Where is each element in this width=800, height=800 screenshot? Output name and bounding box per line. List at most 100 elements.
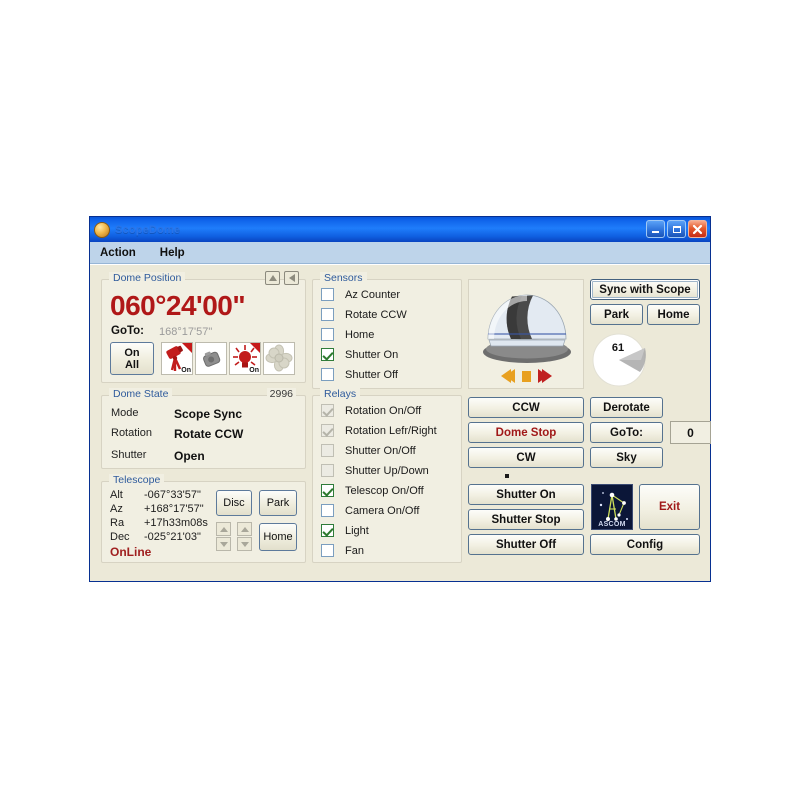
relay-row-shutter-on-off[interactable]: Shutter On/Off: [321, 444, 416, 457]
dome-state-counter: 2996: [266, 388, 296, 400]
telescope-ra-value: +17h33m08s: [144, 517, 208, 529]
rewind-icon: [504, 369, 515, 383]
telescope-alt-label: Alt: [110, 489, 123, 501]
shutter-off-button[interactable]: Shutter Off: [468, 534, 584, 555]
telescope-panel: Telescope Alt -067°33'57" Az +168°17'57"…: [101, 474, 306, 563]
relay-row-camera-on-off[interactable]: Camera On/Off: [321, 504, 419, 517]
relays-legend: Relays: [320, 388, 361, 400]
minimize-icon: [652, 231, 659, 233]
menu-item-help[interactable]: Help: [160, 247, 185, 259]
rewind-button[interactable]: [500, 369, 515, 383]
relay-row-rotation-on-off[interactable]: Rotation On/Off: [321, 404, 421, 417]
relay-row-fan[interactable]: Fan: [321, 544, 364, 557]
telescope-dec-value: -025°21'03": [144, 531, 201, 543]
home-button[interactable]: Home: [647, 304, 700, 325]
up-arrow-icon: [240, 526, 249, 532]
sensor-row-shutter-off[interactable]: Shutter Off: [321, 368, 398, 381]
menu-item-action[interactable]: Action: [100, 247, 136, 259]
relay-checkbox-light[interactable]: [321, 524, 334, 537]
cw-button[interactable]: CW: [468, 447, 584, 468]
exit-button[interactable]: Exit: [639, 484, 700, 530]
dome-position-up-button[interactable]: [265, 271, 280, 285]
telescope-spinner-2-up[interactable]: [237, 522, 252, 536]
up-arrow-icon: [268, 275, 277, 281]
sensor-label-shutter-on: Shutter On: [345, 348, 399, 361]
dome-stop-button[interactable]: Dome Stop: [468, 422, 584, 443]
telescope-park-button[interactable]: Park: [259, 490, 297, 516]
light-relay-button[interactable]: On: [229, 342, 261, 375]
telescope-legend: Telescope: [109, 474, 165, 486]
sensor-checkbox-shutter-off[interactable]: [321, 368, 334, 381]
dome-state-shutter-label: Shutter: [111, 449, 147, 461]
sensors-legend: Sensors: [320, 272, 367, 284]
maximize-button[interactable]: [667, 220, 686, 238]
relay-row-rotation-left-right[interactable]: Rotation Lefr/Right: [321, 424, 437, 437]
relay-checkbox-fan[interactable]: [321, 544, 334, 557]
sensor-row-shutter-on[interactable]: Shutter On: [321, 348, 398, 361]
telescope-spinner-2-down[interactable]: [237, 537, 252, 551]
client-area: Dome Position 060°24'00" GoTo: 168°17'57…: [90, 264, 711, 581]
close-button[interactable]: [688, 220, 707, 238]
shutter-stop-button[interactable]: Shutter Stop: [468, 509, 584, 530]
dome-state-mode-label: Mode: [111, 407, 139, 419]
goto-button[interactable]: GoTo:: [590, 422, 663, 443]
sky-button[interactable]: Sky: [590, 447, 663, 468]
relay-row-telescop-on-off[interactable]: Telescop On/Off: [321, 484, 424, 497]
relay-checkbox-telescop-on-off[interactable]: [321, 484, 334, 497]
telescope-az-value: +168°17'57": [144, 503, 204, 515]
sensor-checkbox-home[interactable]: [321, 328, 334, 341]
dome-illustration: [483, 294, 571, 363]
sensor-row-home[interactable]: Home: [321, 328, 374, 341]
sensor-checkbox-shutter-on[interactable]: [321, 348, 334, 361]
derotate-button[interactable]: Derotate: [590, 397, 663, 418]
ascom-button[interactable]: ASCOM: [591, 484, 633, 530]
sensor-row-rotate-ccw[interactable]: Rotate CCW: [321, 308, 407, 321]
app-icon: [94, 221, 110, 238]
window-controls: [646, 220, 707, 238]
goto-input[interactable]: 0: [670, 421, 711, 444]
sensor-checkbox-az-counter[interactable]: [321, 288, 334, 301]
relay-checkbox-shutter-on-off[interactable]: [321, 444, 334, 457]
minimize-button[interactable]: [646, 220, 665, 238]
dome-position-left-button[interactable]: [284, 271, 299, 285]
sensor-label-home: Home: [345, 328, 375, 341]
fan-relay-button[interactable]: [263, 342, 295, 375]
telescope-spinner-1-up[interactable]: [216, 522, 231, 536]
active-corner-marker: [250, 343, 260, 353]
relay-label-camera-on-off: Camera On/Off: [345, 504, 420, 517]
menu-bar: Action Help: [90, 242, 710, 264]
camera-relay-button[interactable]: [195, 342, 227, 375]
stop-icon[interactable]: [521, 370, 531, 382]
sensor-checkbox-rotate-ccw[interactable]: [321, 308, 334, 321]
fast-forward-button[interactable]: [537, 369, 552, 383]
camera-relay-icon: [203, 351, 221, 367]
relay-row-light[interactable]: Light: [321, 524, 369, 537]
relay-checkbox-shutter-up-down[interactable]: [321, 464, 334, 477]
dome-state-rotation-value: Rotate CCW: [174, 427, 244, 441]
config-button[interactable]: Config: [590, 534, 700, 555]
telescope-dec-label: Dec: [110, 531, 130, 543]
on-all-button[interactable]: On All: [110, 342, 154, 375]
ccw-button[interactable]: CCW: [468, 397, 584, 418]
park-button[interactable]: Park: [590, 304, 643, 325]
sync-with-scope-button[interactable]: Sync with Scope: [590, 279, 700, 300]
relay-label-rotation-on-off: Rotation On/Off: [345, 404, 422, 417]
azimuth-gauge[interactable]: 61: [589, 328, 651, 391]
shutter-on-button[interactable]: Shutter On: [468, 484, 584, 505]
relay-checkbox-rotation-on-off[interactable]: [321, 404, 334, 417]
telescope-relay-button[interactable]: On: [161, 342, 193, 375]
window-title: ScopeDome: [115, 223, 181, 236]
relay-row-shutter-up-down[interactable]: Shutter Up/Down: [321, 464, 429, 477]
dome-state-rotation-label: Rotation: [111, 427, 152, 439]
relay-label-shutter-on-off: Shutter On/Off: [345, 444, 416, 457]
telescope-alt-value: -067°33'57": [144, 489, 201, 501]
relay-checkbox-camera-on-off[interactable]: [321, 504, 334, 517]
telescope-disc-button[interactable]: Disc: [216, 490, 252, 516]
relays-panel: Relays Rotation On/Off Rotation Lefr/Rig…: [312, 388, 462, 563]
sensor-row-az-counter[interactable]: Az Counter: [321, 288, 400, 301]
telescope-spinner-1-down[interactable]: [216, 537, 231, 551]
relay-checkbox-rotation-left-right[interactable]: [321, 424, 334, 437]
telescope-home-button[interactable]: Home: [259, 523, 297, 551]
down-arrow-icon: [240, 541, 249, 547]
dome-state-shutter-value: Open: [174, 449, 205, 463]
